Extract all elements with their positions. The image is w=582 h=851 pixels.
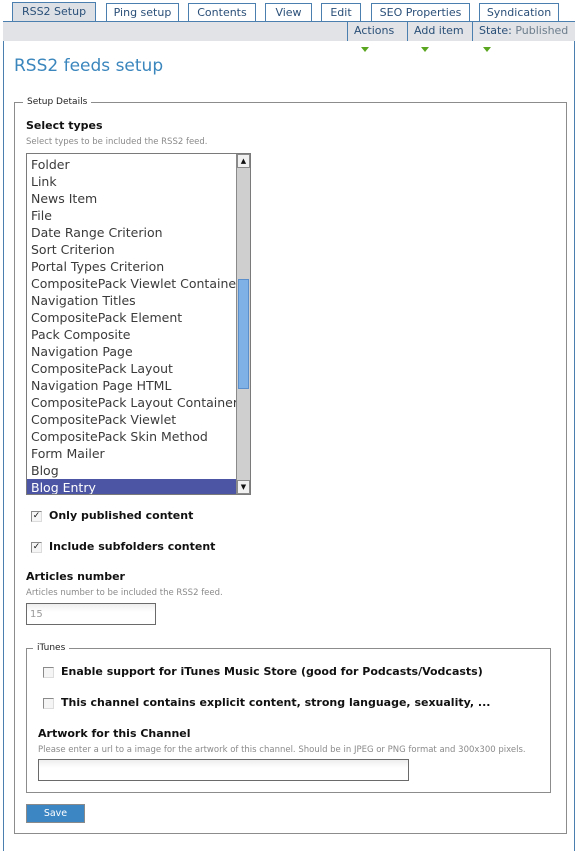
explicit-content-checkbox[interactable] bbox=[43, 698, 54, 709]
type-option[interactable]: Folder bbox=[27, 156, 236, 173]
type-option[interactable]: CompositePack Layout Container bbox=[27, 394, 238, 411]
artwork-label: Artwork for this Channel bbox=[38, 727, 191, 740]
tab-view[interactable]: View bbox=[265, 3, 312, 21]
tab-contents[interactable]: Contents bbox=[188, 3, 256, 21]
type-option[interactable]: File bbox=[27, 207, 236, 224]
articles-number-input[interactable] bbox=[26, 603, 156, 625]
tab-rss2-setup[interactable]: RSS2 Setup bbox=[12, 2, 96, 22]
type-option[interactable]: CompositePack Layout bbox=[27, 360, 236, 377]
type-option[interactable]: News Item bbox=[27, 190, 236, 207]
type-option[interactable]: Link bbox=[27, 173, 236, 190]
type-option[interactable]: Blog bbox=[27, 462, 236, 479]
itunes-enable-checkbox[interactable] bbox=[43, 667, 54, 678]
actions-menu-label: Actions bbox=[354, 24, 395, 37]
type-option[interactable]: Blog Entry bbox=[27, 479, 236, 494]
explicit-content-label: This channel contains explicit content, … bbox=[61, 696, 491, 709]
type-option[interactable]: Form Mailer bbox=[27, 445, 236, 462]
type-option[interactable]: CompositePack Viewlet bbox=[27, 411, 236, 428]
actions-menu[interactable]: Actions bbox=[347, 22, 407, 52]
type-option[interactable]: Sort Criterion bbox=[27, 241, 236, 258]
add-item-menu[interactable]: Add item bbox=[407, 22, 472, 52]
select-types-help: Select types to be included the RSS2 fee… bbox=[26, 137, 208, 147]
state-menu[interactable]: State: Published bbox=[472, 22, 575, 52]
types-listbox[interactable]: Folder Link News Item File Date Range Criter… bbox=[26, 153, 251, 495]
type-option[interactable]: CompositePack Element bbox=[27, 309, 236, 326]
type-option[interactable]: Navigation Titles bbox=[27, 292, 236, 309]
listbox-scrollbar[interactable]: ▲ ▼ bbox=[236, 154, 250, 494]
tab-edit[interactable]: Edit bbox=[321, 3, 361, 21]
artwork-url-input[interactable] bbox=[38, 759, 409, 781]
scroll-down-icon[interactable]: ▼ bbox=[237, 480, 250, 494]
save-button[interactable]: Save bbox=[26, 804, 85, 823]
only-published-checkbox[interactable]: ✓ bbox=[31, 511, 42, 522]
type-option[interactable]: Pack Composite bbox=[27, 326, 236, 343]
add-item-menu-label: Add item bbox=[414, 24, 464, 37]
tab-bar: RSS2 Setup Ping setup Contents View Edit… bbox=[0, 0, 582, 22]
itunes-enable-label: Enable support for iTunes Music Store (g… bbox=[61, 665, 483, 678]
tab-ping-setup[interactable]: Ping setup bbox=[106, 3, 179, 21]
itunes-legend: iTunes bbox=[37, 643, 66, 653]
select-types-label: Select types bbox=[26, 119, 103, 132]
scrollbar-thumb[interactable] bbox=[238, 279, 249, 390]
state-menu-prefix: State: bbox=[479, 24, 512, 37]
articles-number-help: Articles number to be included the RSS2 … bbox=[26, 588, 223, 598]
tab-seo-properties[interactable]: SEO Properties bbox=[371, 3, 470, 21]
include-subfolders-label: Include subfolders content bbox=[49, 540, 216, 553]
setup-details-legend: Setup Details bbox=[27, 97, 88, 107]
page-title: RSS2 feeds setup bbox=[14, 56, 164, 76]
type-option[interactable]: Portal Types Criterion bbox=[27, 258, 236, 275]
type-option[interactable]: CompositePack Viewlet Container bbox=[27, 275, 241, 292]
type-option[interactable]: Navigation Page HTML bbox=[27, 377, 236, 394]
state-menu-value: Published bbox=[515, 24, 569, 37]
articles-number-label: Articles number bbox=[26, 570, 125, 583]
type-option[interactable]: Date Range Criterion bbox=[27, 224, 236, 241]
type-option[interactable]: CompositePack Skin Method bbox=[27, 428, 236, 445]
artwork-help: Please enter a url to a image for the ar… bbox=[38, 745, 526, 755]
include-subfolders-checkbox[interactable]: ✓ bbox=[31, 542, 42, 553]
only-published-label: Only published content bbox=[49, 509, 194, 522]
tab-syndication[interactable]: Syndication bbox=[479, 3, 559, 21]
scroll-up-icon[interactable]: ▲ bbox=[237, 154, 250, 168]
type-option[interactable]: Navigation Page bbox=[27, 343, 236, 360]
